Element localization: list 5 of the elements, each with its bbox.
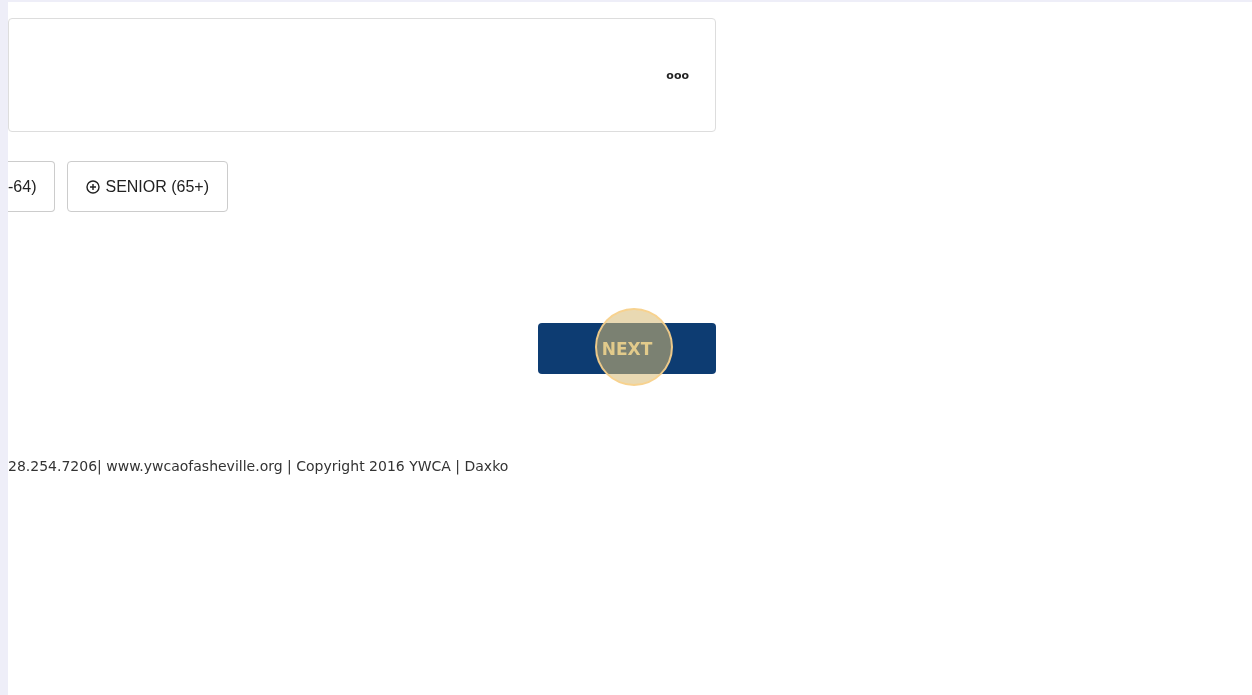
add-circle-icon bbox=[86, 179, 101, 194]
age-group-button[interactable]: SENIOR (65+) bbox=[67, 161, 229, 212]
age-group-button[interactable]: -64) bbox=[8, 161, 56, 212]
footer-text: 28.254.7206| www.ywcaofasheville.org | Copyright 2016 YWCA | Daxko bbox=[8, 458, 510, 474]
more-menu-dots[interactable]: ooo bbox=[666, 68, 689, 82]
